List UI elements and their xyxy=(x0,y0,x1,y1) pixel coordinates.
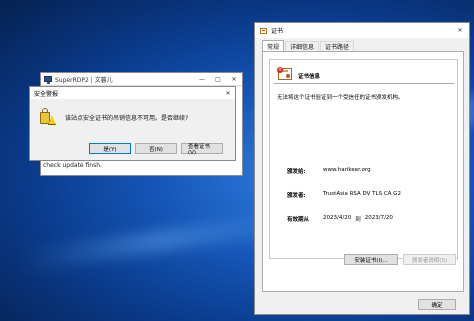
security-warning-dialog: 安全警报 ✕ 该站点安全证书的吊销信息不可用。是否继续? 是(Y) 否(N) 查… xyxy=(29,86,236,161)
valid-from-value: 2023/4/20 xyxy=(323,215,352,221)
certificate-tabs: 常规 详细信息 证书路径 xyxy=(255,40,469,51)
issued-to-value: www.harikeer.org xyxy=(323,167,371,173)
issued-by-label: 颁发者: xyxy=(287,193,306,199)
to-label: 到 xyxy=(355,217,361,223)
maximize-icon[interactable]: □ xyxy=(210,73,226,85)
issuer-statement-button[interactable]: 颁发者说明(S) xyxy=(403,254,456,265)
issued-by-value: TrustAsia RSA DV TLS CA G2 xyxy=(323,191,401,197)
validity-row: 有效期从 2023/4/20 到 2023/7/20 xyxy=(287,215,393,223)
security-warning-titlebar[interactable]: 安全警报 ✕ xyxy=(30,87,235,99)
issued-by-row: 颁发者: TrustAsia RSA DV TLS CA G2 xyxy=(287,191,401,199)
certificate-title: 证书 xyxy=(271,28,284,35)
window-controls: — □ ✕ xyxy=(194,73,242,85)
divider xyxy=(274,83,454,84)
error-x-icon: × xyxy=(277,67,283,73)
superrdp-title: SuperRDP2 | 文暮儿 xyxy=(55,76,113,84)
certificate-icon xyxy=(260,27,267,34)
validity-label: 有效期从 xyxy=(287,217,310,223)
security-lock-warning-icon xyxy=(38,108,56,126)
no-button[interactable]: 否(N) xyxy=(135,143,177,154)
certificate-info-box: × 证书信息 无法将这个证书验证到一个受信任的证书颁发机构。 颁发给: www.… xyxy=(269,59,458,259)
security-warning-title: 安全警报 xyxy=(34,90,59,98)
certificate-info-title: 证书信息 xyxy=(298,74,321,80)
warning-message: 该站点安全证书的吊销信息不可用。是否继续? xyxy=(65,114,189,122)
valid-to-value: 2023/7/20 xyxy=(364,215,393,221)
message-row: 该站点安全证书的吊销信息不可用。是否继续? xyxy=(30,99,235,126)
install-certificate-button[interactable]: 安装证书(I)... xyxy=(344,254,398,265)
untrusted-warning-text: 无法将这个证书验证到一个受信任的证书颁发机构。 xyxy=(277,95,404,101)
tab-general[interactable]: 常规 xyxy=(262,40,285,51)
superrdp-titlebar[interactable]: SuperRDP2 | 文暮儿 — □ ✕ xyxy=(41,73,242,86)
close-icon[interactable]: ✕ xyxy=(221,87,235,99)
monitor-icon xyxy=(44,76,52,84)
close-icon[interactable]: ✕ xyxy=(226,73,242,85)
log-line: check update finsh. xyxy=(43,162,102,169)
close-icon[interactable]: ✕ xyxy=(451,23,469,38)
certificate-window: 证书 ✕ 常规 详细信息 证书路径 × 证书信息 无法将这个证书验证到一个受信任… xyxy=(254,22,470,315)
dialog-buttons: 是(Y) 否(N) 查看证书(V) xyxy=(89,143,223,156)
tab-details[interactable]: 详细信息 xyxy=(285,41,320,51)
yes-button[interactable]: 是(Y) xyxy=(89,143,131,154)
certificate-titlebar[interactable]: 证书 ✕ xyxy=(255,23,469,38)
minimize-icon[interactable]: — xyxy=(194,73,210,85)
tab-certification-path[interactable]: 证书路径 xyxy=(320,41,355,51)
issued-to-row: 颁发给: www.harikeer.org xyxy=(287,167,371,175)
ok-button[interactable]: 确定 xyxy=(418,299,456,310)
view-certificate-button[interactable]: 查看证书(V) xyxy=(181,143,223,156)
issued-to-label: 颁发给: xyxy=(287,169,306,175)
